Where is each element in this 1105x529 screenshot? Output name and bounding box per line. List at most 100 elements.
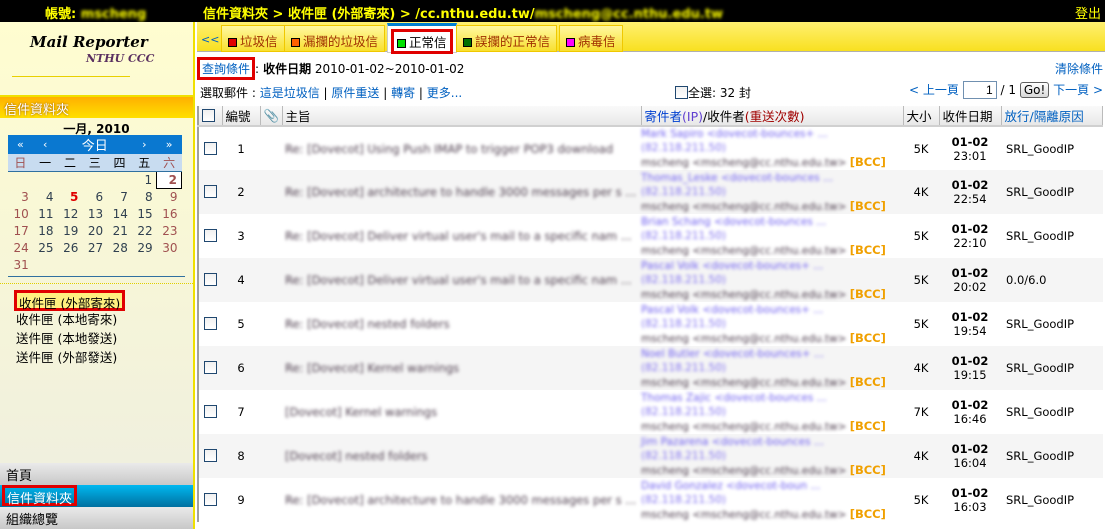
- calendar-day[interactable]: 22: [132, 223, 157, 240]
- calendar-day[interactable]: 12: [58, 206, 83, 223]
- row-select[interactable]: [198, 302, 222, 346]
- row-checkbox[interactable]: [204, 361, 217, 374]
- mark-spam-link[interactable]: 這是垃圾信: [260, 86, 320, 100]
- row-subject[interactable]: Re: [Dovecot] Kernel warnings: [282, 346, 641, 390]
- calendar-day[interactable]: 29: [132, 240, 157, 257]
- more-link[interactable]: 更多...: [427, 86, 462, 100]
- select-all-checkbox[interactable]: [675, 86, 688, 99]
- calendar-day[interactable]: 21: [107, 223, 132, 240]
- row-select[interactable]: [198, 170, 222, 214]
- calendar-day[interactable]: 25: [33, 240, 58, 257]
- clear-conditions-link[interactable]: 清除條件: [1055, 60, 1103, 77]
- sender-name[interactable]: Mark Sapiro <dovecot-bounces+ ...: [641, 127, 903, 141]
- table-row[interactable]: 3 Re: [Dovecot] Deliver virtual user's m…: [198, 214, 1103, 258]
- calendar-day[interactable]: 2: [157, 172, 182, 189]
- row-checkbox[interactable]: [204, 185, 217, 198]
- prev-year-button[interactable]: «: [8, 135, 33, 154]
- row-select[interactable]: [198, 214, 222, 258]
- sender-name[interactable]: Thomas_Leske <dovecot-bounces ...: [641, 171, 903, 185]
- table-row[interactable]: 2 Re: [Dovecot] architecture to handle 3…: [198, 170, 1103, 214]
- table-row[interactable]: 8 [Dovecot] nested folders Jim Pazarena …: [198, 434, 1103, 478]
- folder-inbox-local[interactable]: 收件匣 (本地寄來): [14, 309, 193, 328]
- row-subject[interactable]: [Dovecot] Kernel warnings: [282, 390, 641, 434]
- calendar-day[interactable]: 5: [58, 189, 83, 206]
- row-select[interactable]: [198, 390, 222, 434]
- nav-mail-folders[interactable]: 信件資料夾: [0, 485, 193, 507]
- next-page-link[interactable]: 下一頁 >: [1053, 83, 1103, 97]
- row-checkbox[interactable]: [204, 229, 217, 242]
- prev-page-link[interactable]: < 上一頁: [909, 83, 959, 97]
- row-select[interactable]: [198, 258, 222, 302]
- header-checkbox[interactable]: [202, 109, 215, 122]
- calendar-day[interactable]: 20: [82, 223, 107, 240]
- tab-false-positive[interactable]: 誤攔的正常信: [456, 25, 557, 52]
- folder-outbox-external[interactable]: 送件匣 (外部發送): [14, 347, 193, 366]
- row-checkbox[interactable]: [204, 493, 217, 506]
- table-row[interactable]: 5 Re: [Dovecot] nested folders Pascal Vo…: [198, 302, 1103, 346]
- row-subject[interactable]: Re: [Dovecot] nested folders: [282, 302, 641, 346]
- calendar-day[interactable]: 27: [82, 240, 107, 257]
- calendar-day[interactable]: 18: [33, 223, 58, 240]
- calendar-day[interactable]: 11: [33, 206, 58, 223]
- calendar-day[interactable]: 15: [132, 206, 157, 223]
- calendar-day[interactable]: 4: [33, 189, 58, 206]
- today-button[interactable]: 今日: [58, 135, 132, 154]
- calendar-day[interactable]: 13: [82, 206, 107, 223]
- page-input[interactable]: [963, 81, 997, 99]
- calendar-day[interactable]: 31: [8, 257, 33, 274]
- calendar-day[interactable]: 7: [107, 189, 132, 206]
- sender-name[interactable]: David Gonzalez <dovecot-boun ...: [641, 479, 903, 493]
- calendar-day[interactable]: 24: [8, 240, 33, 257]
- row-checkbox[interactable]: [204, 142, 217, 155]
- row-subject[interactable]: Re: [Dovecot] Deliver virtual user's mai…: [282, 258, 641, 302]
- calendar-day[interactable]: 23: [157, 223, 182, 240]
- tab-normal[interactable]: 正常信: [387, 23, 457, 53]
- tab-spam[interactable]: 垃圾信: [221, 25, 285, 52]
- sender-name[interactable]: Jim Pazarena <dovecot-bounces ...: [641, 435, 903, 449]
- folder-inbox-external[interactable]: 收件匣 (外部寄來): [14, 290, 125, 311]
- forward-link[interactable]: 轉寄: [391, 86, 415, 100]
- sender-name[interactable]: Noel Butler <dovecot-bounces+ ...: [641, 347, 903, 361]
- calendar-day[interactable]: 28: [107, 240, 132, 257]
- sender-name[interactable]: Pascal Volk <dovecot-bounces+ ...: [641, 303, 903, 317]
- calendar-day[interactable]: 8: [132, 189, 157, 206]
- calendar-day[interactable]: 30: [157, 240, 182, 257]
- calendar-day[interactable]: 14: [107, 206, 132, 223]
- table-row[interactable]: 7 [Dovecot] Kernel warnings Thomas Zajic…: [198, 390, 1103, 434]
- row-subject[interactable]: Re: [Dovecot] Using Push IMAP to trigger…: [282, 126, 641, 170]
- calendar-day[interactable]: 9: [157, 189, 182, 206]
- prev-month-button[interactable]: ‹: [33, 135, 58, 154]
- go-button[interactable]: Go!: [1020, 82, 1049, 98]
- nav-home[interactable]: 首頁: [0, 463, 193, 485]
- row-subject[interactable]: Re: [Dovecot] Deliver virtual user's mai…: [282, 214, 641, 258]
- row-checkbox[interactable]: [204, 317, 217, 330]
- table-row[interactable]: 9 Re: [Dovecot] architecture to handle 3…: [198, 478, 1103, 522]
- row-checkbox[interactable]: [204, 449, 217, 462]
- nav-org-overview[interactable]: 組織總覽: [0, 507, 193, 529]
- header-select-all[interactable]: [198, 106, 222, 126]
- row-subject[interactable]: Re: [Dovecot] architecture to handle 300…: [282, 478, 641, 522]
- row-subject[interactable]: [Dovecot] nested folders: [282, 434, 641, 478]
- sender-name[interactable]: Pascal Volk <dovecot-bounces+ ...: [641, 259, 903, 273]
- table-row[interactable]: 6 Re: [Dovecot] Kernel warnings Noel But…: [198, 346, 1103, 390]
- table-row[interactable]: 4 Re: [Dovecot] Deliver virtual user's m…: [198, 258, 1103, 302]
- row-subject[interactable]: Re: [Dovecot] architecture to handle 300…: [282, 170, 641, 214]
- tab-missed-spam[interactable]: 漏攔的垃圾信: [284, 25, 385, 52]
- next-year-button[interactable]: »: [157, 135, 182, 154]
- calendar-day[interactable]: 3: [8, 189, 33, 206]
- calendar-day[interactable]: 6: [82, 189, 107, 206]
- calendar-day[interactable]: 16: [157, 206, 182, 223]
- row-checkbox[interactable]: [204, 273, 217, 286]
- calendar-day[interactable]: 1: [132, 172, 157, 189]
- sender-name[interactable]: Brian Schang <dovecot-bounces ...: [641, 215, 903, 229]
- resend-link[interactable]: 原件重送: [331, 86, 379, 100]
- row-select[interactable]: [198, 478, 222, 522]
- row-select[interactable]: [198, 434, 222, 478]
- calendar-day[interactable]: 10: [8, 206, 33, 223]
- collapse-sidebar-button[interactable]: <<: [201, 33, 219, 46]
- row-select[interactable]: [198, 346, 222, 390]
- calendar-day[interactable]: 17: [8, 223, 33, 240]
- calendar-day[interactable]: 26: [58, 240, 83, 257]
- col-reason[interactable]: 放行/隔離原因: [1001, 106, 1103, 126]
- row-checkbox[interactable]: [204, 405, 217, 418]
